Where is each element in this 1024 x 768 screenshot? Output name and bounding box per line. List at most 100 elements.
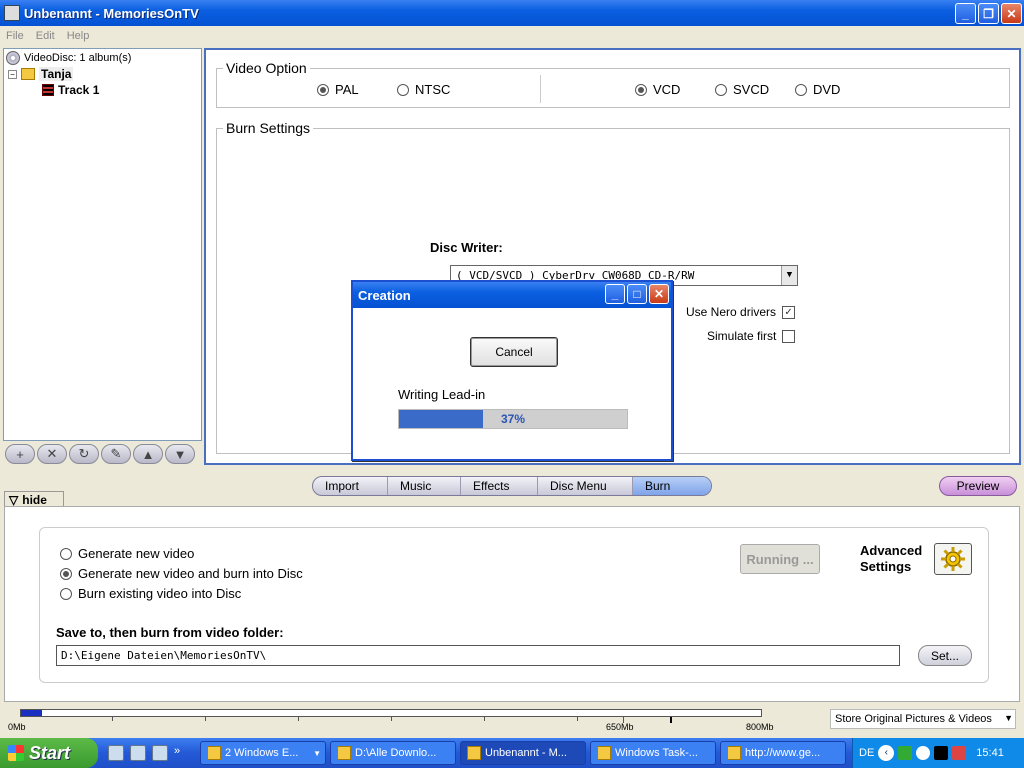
use-nero-check[interactable]: ✓: [782, 305, 796, 319]
hide-toggle[interactable]: ▽ hide: [4, 491, 64, 507]
radio-vcd[interactable]: VCD: [635, 82, 680, 97]
menu-help[interactable]: Help: [67, 30, 90, 42]
radio-generate-and-burn[interactable]: Generate new video and burn into Disc: [60, 566, 303, 581]
radio-ntsc-label: NTSC: [415, 82, 451, 97]
advanced-settings-label: Advanced Settings: [860, 543, 922, 575]
set-button[interactable]: Set...: [918, 645, 972, 666]
add-icon[interactable]: +: [5, 444, 35, 464]
radio-dvd-dot: [795, 83, 807, 96]
folder-icon: [207, 746, 221, 760]
app-icon: [337, 746, 351, 760]
dialog-close-button[interactable]: ✕: [649, 284, 669, 304]
start-button[interactable]: Start: [0, 738, 98, 768]
taskbar: Start » 2 Windows E... ▼ D:\Alle Downlo.…: [0, 738, 1024, 768]
delete-icon[interactable]: ✕: [37, 444, 67, 464]
chevron-down-icon: ▼: [313, 748, 321, 758]
tree-track[interactable]: Track 1: [42, 83, 99, 97]
disc-icon: [6, 51, 20, 65]
radio-generate-and-burn-dot: [60, 567, 72, 580]
minimize-button[interactable]: _: [955, 3, 976, 24]
simulate-check[interactable]: [782, 329, 796, 343]
chevron-right-icon[interactable]: »: [174, 745, 180, 761]
capacity-label-start: 0Mb: [8, 722, 26, 732]
tree-root[interactable]: VideoDisc: 1 album(s): [6, 51, 131, 65]
tab-burn[interactable]: Burn: [633, 477, 711, 495]
rotate-icon[interactable]: ↻: [69, 444, 99, 464]
dialog-status: Writing Lead-in: [398, 387, 486, 402]
tray-app-icon[interactable]: [898, 746, 913, 760]
dialog-titlebar[interactable]: Creation _ □ ✕: [353, 282, 671, 308]
preview-button[interactable]: Preview: [939, 476, 1017, 496]
radio-generate-video[interactable]: Generate new video: [60, 546, 194, 561]
edit-icon[interactable]: ✎: [101, 444, 131, 464]
radio-ntsc[interactable]: NTSC: [397, 82, 450, 97]
task-task-manager[interactable]: Windows Task-...: [590, 741, 716, 765]
collapse-icon[interactable]: −: [8, 69, 17, 79]
dialog-maximize-button[interactable]: □: [627, 284, 647, 304]
menu-file[interactable]: File: [6, 30, 24, 42]
running-button[interactable]: Running ...: [740, 544, 820, 574]
task-label: http://www.ge...: [745, 747, 821, 759]
window-titlebar[interactable]: Unbenannt - MemoriesOnTV _ ❐ ✕: [0, 0, 1024, 26]
task-downloads[interactable]: D:\Alle Downlo...: [330, 741, 456, 765]
simulate-checkbox[interactable]: Simulate first: [707, 329, 796, 343]
task-memoriesontv[interactable]: Unbenannt - M...: [460, 741, 586, 765]
radio-burn-existing[interactable]: Burn existing video into Disc: [60, 586, 241, 601]
disc-writer-label: Disc Writer:: [430, 240, 503, 255]
task-windows-explorer[interactable]: 2 Windows E... ▼: [200, 741, 326, 765]
tray-monitor-icon[interactable]: [916, 746, 931, 760]
move-down-icon[interactable]: ▼: [165, 444, 195, 464]
window-title: Unbenannt - MemoriesOnTV: [24, 5, 199, 21]
capacity-label-end: 800Mb: [746, 722, 774, 732]
task-browser[interactable]: http://www.ge...: [720, 741, 846, 765]
capacity-tick: [112, 717, 113, 721]
save-path-input[interactable]: D:\Eigene Dateien\MemoriesOnTV\: [56, 645, 900, 666]
quicklaunch-icon[interactable]: [108, 745, 124, 761]
step-tabs: Import Music Effects Disc Menu Burn: [312, 476, 712, 496]
task-label: Windows Task-...: [615, 747, 698, 759]
triangle-down-icon: ▽: [9, 492, 19, 507]
capacity-tick: [391, 717, 392, 721]
tray-network-icon[interactable]: [952, 746, 967, 760]
chevron-down-icon[interactable]: ▼: [1004, 713, 1013, 723]
gear-icon: [941, 547, 965, 571]
quick-launch: »: [108, 745, 196, 761]
tab-effects[interactable]: Effects: [461, 477, 538, 495]
use-nero-label: Use Nero drivers: [686, 305, 777, 319]
chevron-down-icon[interactable]: ▼: [781, 266, 797, 285]
close-button[interactable]: ✕: [1001, 3, 1022, 24]
album-tree[interactable]: VideoDisc: 1 album(s) − Tanja Track 1: [3, 48, 202, 441]
tree-track-label: Track 1: [58, 83, 100, 97]
tab-import[interactable]: Import: [313, 477, 388, 495]
radio-pal[interactable]: PAL: [317, 82, 359, 97]
maximize-button[interactable]: ❐: [978, 3, 999, 24]
menu-edit[interactable]: Edit: [36, 30, 55, 42]
tree-root-label: VideoDisc: 1 album(s): [24, 52, 132, 64]
simulate-label: Simulate first: [707, 329, 777, 343]
desktop-icon[interactable]: [152, 745, 168, 761]
radio-dvd[interactable]: DVD: [795, 82, 840, 97]
move-up-icon[interactable]: ▲: [133, 444, 163, 464]
dialog-minimize-button[interactable]: _: [605, 284, 625, 304]
use-nero-checkbox[interactable]: Use Nero drivers ✓: [686, 305, 796, 319]
radio-generate-video-dot: [60, 547, 72, 560]
start-label: Start: [29, 742, 71, 763]
tab-music[interactable]: Music: [388, 477, 461, 495]
clock: 15:41: [976, 747, 1004, 759]
radio-pal-dot: [317, 83, 329, 96]
tree-album[interactable]: − Tanja: [8, 67, 74, 81]
cancel-button[interactable]: Cancel: [470, 337, 558, 367]
advanced-settings-button[interactable]: [934, 543, 972, 575]
chevron-left-icon[interactable]: ‹: [878, 745, 895, 761]
language-indicator[interactable]: DE: [859, 747, 874, 759]
progress-percent: 37%: [500, 412, 526, 426]
browser-icon[interactable]: [130, 745, 146, 761]
capacity-marker: [670, 717, 672, 723]
tray-console-icon[interactable]: [934, 746, 949, 760]
radio-svcd-label: SVCD: [733, 82, 770, 97]
radio-svcd[interactable]: SVCD: [715, 82, 769, 97]
store-option-select[interactable]: Store Original Pictures & Videos ▼: [830, 709, 1016, 729]
save-folder-label: Save to, then burn from video folder:: [56, 625, 284, 640]
task-label: 2 Windows E...: [225, 747, 299, 759]
tab-disc-menu[interactable]: Disc Menu: [538, 477, 633, 495]
